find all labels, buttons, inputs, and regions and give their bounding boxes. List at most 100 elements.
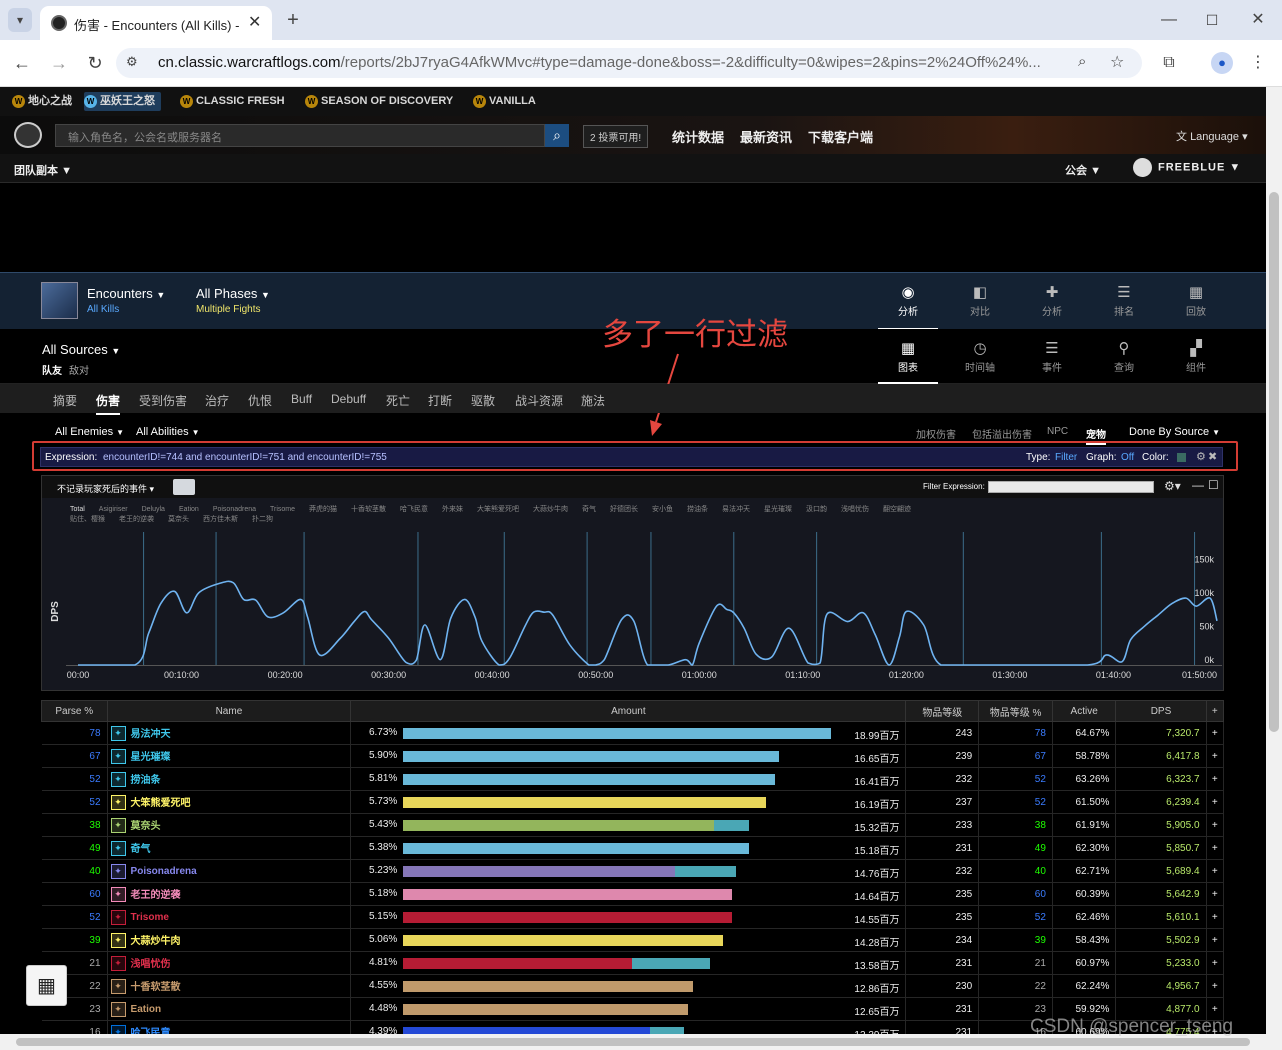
death-events-dropdown[interactable]: 不记录玩家死后的事件 ▾ [57,482,154,495]
table-row[interactable]: 38 ✦ 莫奈头 5.43% 15.32百万 233 38 61.91% 5,905.0 + [41,813,1225,837]
source-selector[interactable]: All Sources ▼ [42,342,120,357]
col-active[interactable]: Active [1051,700,1117,722]
graph-settings-icon[interactable]: ⚙▾ [1164,479,1181,493]
friendly-toggle[interactable]: 队友 [42,362,62,377]
profile-avatar-icon[interactable]: ● [1211,52,1233,74]
col-expand[interactable]: + [1205,700,1225,722]
expand-row-icon[interactable]: + [1206,928,1225,952]
expand-row-icon[interactable]: + [1206,974,1225,998]
metric-tab-5[interactable]: Buff [291,392,312,406]
expand-row-icon[interactable]: + [1206,951,1225,975]
name-cell[interactable]: ✦ 星光璀璨 [107,744,352,768]
top-tab-analyze[interactable]: ◉ 分析 [878,283,938,330]
url-field[interactable]: ⚙ cn.classic.warcraftlogs.com/reports/2b… [116,48,1142,78]
expand-row-icon[interactable]: + [1206,744,1225,768]
zoom-icon[interactable]: ⌕ [1078,53,1086,70]
metric-tab-4[interactable]: 仇恨 [248,392,272,409]
expand-row-icon[interactable]: + [1206,836,1225,860]
game-link-0[interactable]: W 地心之战 [12,92,72,111]
name-cell[interactable]: ✦ Eation [107,997,352,1021]
game-link-3[interactable]: W SEASON OF DISCOVERY [305,92,453,111]
guild-menu[interactable]: 公会 ▼ [1065,162,1101,178]
back-icon[interactable]: ← [10,51,34,75]
metric-tab-1[interactable]: 伤害 [96,392,121,415]
tab-close-icon[interactable]: ✕ [248,12,261,32]
col-dps[interactable]: DPS [1115,700,1207,722]
table-row[interactable]: 21 ✦ 浅唱忧伤 4.81% 13.58百万 231 21 60.97% 5,233.0 + [41,951,1225,975]
metric-tab-6[interactable]: Debuff [331,392,366,406]
vertical-scrollbar[interactable] [1266,87,1282,1050]
close-window-icon[interactable]: ✕ [1246,8,1270,32]
enemies-filter[interactable]: All Enemies ▼ [55,426,124,438]
done-by-selector[interactable]: Done By Source ▼ [1129,426,1220,438]
user-menu[interactable]: FREEBLUE ▼ [1133,158,1241,177]
table-row[interactable]: 40 ✦ Poisonadrena 5.23% 14.76百万 232 40 62.71% 5,… [41,859,1225,883]
qr-code-button[interactable]: ▦ [26,965,67,1006]
warcraftlogs-logo-icon[interactable] [14,122,42,148]
view-tab-chart[interactable]: ▦ 图表 [878,339,938,384]
col-ilvl[interactable]: 物品等级 [905,700,980,722]
toggle-box[interactable] [173,479,195,495]
name-cell[interactable]: ✦ 大蒜炒牛肉 [107,928,352,952]
graph-value[interactable]: Off [1121,452,1134,463]
view-tab-events[interactable]: ☰ 事件 [1022,339,1082,374]
dps-chart[interactable]: DPS 0k 50k 100k 150k 00:00 00:10:00 00:20:00 00:… [42,498,1223,692]
metric-tab-7[interactable]: 死亡 [386,392,410,409]
name-cell[interactable]: ✦ 十香软茎散 [107,974,352,998]
maximize-icon[interactable]: ☐ [1200,8,1224,32]
color-swatch[interactable] [1177,453,1186,462]
col-name[interactable]: Name [106,700,352,722]
top-tab-rankings[interactable]: ☰ 排名 [1094,283,1154,318]
option-npc[interactable]: NPC [1047,426,1068,437]
nav-stats[interactable]: 统计数据 [672,127,724,146]
metric-tab-0[interactable]: 摘要 [53,392,77,409]
graph-maximize-icon[interactable]: ☐ [1208,478,1219,492]
filter-expression-input[interactable] [988,481,1154,493]
table-row[interactable]: 52 ✦ Trisome 5.15% 14.55百万 235 52 62.46% 5,610.1… [41,905,1225,929]
expand-row-icon[interactable]: + [1206,882,1225,906]
name-cell[interactable]: ✦ Poisonadrena [107,859,352,883]
language-selector[interactable]: 文 Language ▾ [1176,128,1248,144]
close-icon[interactable]: ✖ [1208,450,1217,463]
site-info-icon[interactable]: ⚙ [126,54,138,70]
search-input[interactable]: 输入角色名，公会名或服务器名 [55,124,545,147]
metric-tab-8[interactable]: 打断 [428,392,452,409]
option-overkill[interactable]: 包括溢出伤害 [972,426,1032,441]
expand-row-icon[interactable]: + [1206,790,1225,814]
expression-pin[interactable]: Expression: encounterID!=744 and encount… [40,447,1223,467]
gear-icon[interactable]: ⚙ [1196,450,1206,463]
table-row[interactable]: 52 ✦ 大笨熊爱死吧 5.73% 16.19百万 237 52 61.50% 6,239.4 + [41,790,1225,814]
name-cell[interactable]: ✦ 老王的逆袭 [107,882,352,906]
abilities-filter[interactable]: All Abilities ▼ [136,426,200,438]
encounter-selector[interactable]: Encounters ▼ All Kills [87,286,165,315]
minimize-icon[interactable]: — [1157,8,1181,32]
metric-tab-3[interactable]: 治疗 [205,392,229,409]
view-tab-query[interactable]: ⚲ 查询 [1094,339,1154,374]
name-cell[interactable]: ✦ 易法冲天 [107,721,352,745]
table-row[interactable]: 22 ✦ 十香软茎散 4.55% 12.86百万 230 22 62.24% 4,956.7 + [41,974,1225,998]
extensions-icon[interactable]: ⧉ [1157,51,1181,75]
search-button[interactable]: ⌕ [545,124,569,147]
top-tab-analyze2[interactable]: ✚ 分析 [1022,283,1082,318]
reload-icon[interactable]: ↻ [83,51,107,75]
view-tab-components[interactable]: ▞ 组件 [1166,339,1226,374]
phase-selector[interactable]: All Phases ▼ Multiple Fights [196,286,270,315]
table-row[interactable]: 78 ✦ 易法冲天 6.73% 18.99百万 243 78 64.67% 7,320.7 + [41,721,1225,745]
type-value[interactable]: Filter [1055,452,1077,463]
new-tab-icon[interactable]: + [281,8,305,32]
game-link-1[interactable]: W 巫妖王之怒 [84,92,161,111]
table-row[interactable]: 39 ✦ 大蒜炒牛肉 5.06% 14.28百万 234 39 58.43% 5,502.9 + [41,928,1225,952]
nav-download[interactable]: 下载客户端 [808,127,873,146]
bookmark-star-icon[interactable]: ☆ [1110,52,1124,72]
metric-tab-10[interactable]: 战斗资源 [515,392,563,409]
table-row[interactable]: 52 ✦ 捞油条 5.81% 16.41百万 232 52 63.26% 6,323.7 + [41,767,1225,791]
name-cell[interactable]: ✦ 捞油条 [107,767,352,791]
browser-menu-icon[interactable]: ⋮ [1246,51,1270,75]
metric-tab-9[interactable]: 驱散 [471,392,495,409]
expand-row-icon[interactable]: + [1206,859,1225,883]
raid-menu[interactable]: 团队副本 ▼ [14,162,72,178]
table-row[interactable]: 60 ✦ 老王的逆袭 5.18% 14.64百万 235 60 60.39% 5,642.9 + [41,882,1225,906]
tab-search-icon[interactable]: ▾ [8,8,32,32]
view-tab-timeline[interactable]: ◷ 时间轴 [950,339,1010,374]
game-link-2[interactable]: W CLASSIC FRESH [180,92,285,111]
